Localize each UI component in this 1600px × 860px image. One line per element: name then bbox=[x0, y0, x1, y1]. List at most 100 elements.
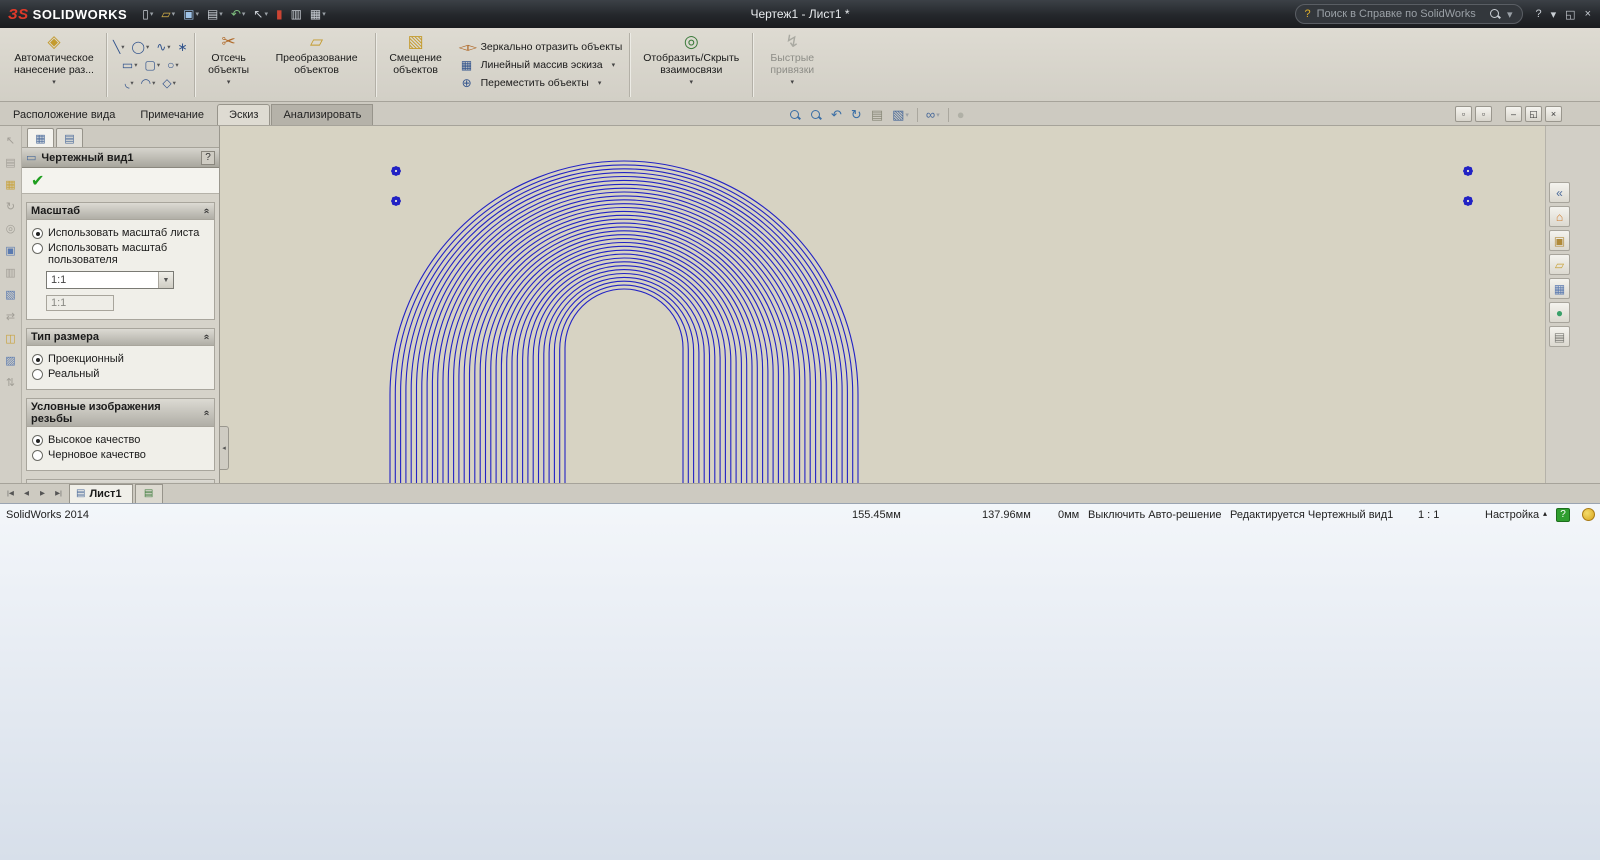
rotate-view-icon[interactable]: ↻ bbox=[850, 107, 863, 123]
radio-button-icon[interactable] bbox=[32, 450, 43, 461]
file-explorer-icon[interactable]: ▱ bbox=[1549, 254, 1570, 275]
help-icon[interactable]: ? bbox=[1533, 7, 1545, 21]
dropdown-arrow-icon[interactable]: ▾ bbox=[264, 10, 268, 18]
radio-option[interactable]: Использовать масштаб пользователя bbox=[32, 242, 212, 266]
split-view-2-button[interactable]: ▫ bbox=[1475, 106, 1492, 122]
snap-marker-icon[interactable] bbox=[1463, 166, 1473, 176]
trim-entities-button[interactable]: ✂ Отсечь объекты ▾ bbox=[200, 31, 258, 99]
graphics-area[interactable]: ◂ bbox=[220, 126, 1545, 483]
dropdown-arrow-icon[interactable]: ▾ bbox=[905, 111, 909, 119]
dropdown-arrow-icon[interactable]: ▾ bbox=[146, 43, 149, 51]
tab-evaluate[interactable]: Анализировать bbox=[271, 104, 373, 125]
radio-option[interactable]: Использовать масштаб листа bbox=[32, 227, 212, 239]
reference-geometry-icon[interactable]: ◎ bbox=[6, 222, 16, 235]
coil-turn-sketch-line[interactable] bbox=[496, 239, 752, 483]
scale-combo[interactable]: 1:1 ▼ bbox=[46, 271, 174, 289]
mirror-entities-button[interactable]: ◅▻ Зеркально отразить объекты bbox=[459, 40, 623, 54]
select-icon[interactable]: ↖▾ bbox=[250, 6, 271, 22]
coil-turn-sketch-line[interactable] bbox=[565, 289, 683, 483]
line-style-icon[interactable]: ⇄ bbox=[6, 310, 15, 323]
customize-menu[interactable]: Настройка bbox=[1485, 509, 1539, 521]
polygon-icon[interactable]: ◇▾ bbox=[161, 76, 177, 90]
spline-icon[interactable]: ∿▾ bbox=[155, 40, 171, 54]
coil-turn-sketch-line[interactable] bbox=[549, 277, 699, 482]
dropdown-arrow-icon[interactable]: ▾ bbox=[167, 43, 170, 51]
sheet-format-icon[interactable]: ▤ bbox=[870, 107, 884, 123]
dropdown-arrow-icon[interactable]: ▾ bbox=[175, 61, 178, 69]
zoom-to-area-icon[interactable] bbox=[809, 109, 823, 121]
customize-arrow-icon[interactable]: ▴ bbox=[1543, 509, 1547, 518]
color-display-icon[interactable]: ▨ bbox=[5, 354, 15, 367]
line-icon[interactable]: ╲▾ bbox=[112, 40, 126, 54]
coil-turn-sketch-line[interactable] bbox=[486, 231, 763, 483]
dropdown-arrow-icon[interactable]: ▾ bbox=[598, 79, 602, 87]
print-icon[interactable]: ▤▾ bbox=[204, 6, 226, 22]
sheet-tab-list1[interactable]: ▤ Лист1 bbox=[69, 484, 133, 503]
tab-annotation[interactable]: Примечание bbox=[128, 104, 216, 125]
previous-view-icon[interactable]: ↶ bbox=[830, 107, 843, 123]
coil-turn-sketch-line[interactable] bbox=[454, 208, 795, 483]
dropdown-arrow-icon[interactable]: ▾ bbox=[936, 111, 940, 119]
display-relations-button[interactable]: ◎ Отобразить/Скрыть взаимосвязи ▾ bbox=[635, 31, 747, 99]
radio-button-icon[interactable] bbox=[32, 243, 43, 254]
dropdown-arrow-icon[interactable]: ▾ bbox=[690, 78, 694, 86]
snap-marker-icon[interactable] bbox=[1463, 196, 1473, 206]
help-button[interactable]: ? bbox=[201, 151, 215, 165]
circle-icon[interactable]: ◯▾ bbox=[131, 40, 151, 54]
layer-properties-icon[interactable]: ▤ bbox=[5, 156, 15, 169]
tab-sketch[interactable]: Эскиз bbox=[217, 104, 270, 125]
combo-arrow-icon[interactable]: ▼ bbox=[158, 272, 173, 288]
dropdown-arrow-icon[interactable]: ▾ bbox=[130, 79, 133, 87]
rectangle-icon[interactable]: ▭▾ bbox=[121, 58, 139, 72]
thread-display-header[interactable]: Условные изображения резьбы » bbox=[27, 399, 214, 427]
slot-icon[interactable]: ▢▾ bbox=[144, 58, 162, 72]
offset-entities-button[interactable]: ▧ Смещение объектов bbox=[381, 31, 451, 99]
status-tag-icon[interactable] bbox=[1582, 508, 1595, 521]
last-sheet-icon[interactable]: ▶| bbox=[51, 489, 66, 497]
dimension-type-header[interactable]: Тип размера » bbox=[27, 329, 214, 346]
dropdown-arrow-icon[interactable]: ▾ bbox=[791, 78, 795, 86]
search-dropdown-icon[interactable]: ▾ bbox=[1507, 8, 1513, 21]
ellipse-icon[interactable]: ○▾ bbox=[166, 58, 180, 72]
configuration-tab[interactable]: ▤ bbox=[56, 128, 83, 147]
dropdown-arrow-icon[interactable]: ▾ bbox=[612, 61, 616, 69]
coil-turn-sketch-line[interactable] bbox=[539, 270, 710, 483]
save-icon[interactable]: ▣▾ bbox=[180, 6, 202, 22]
tables-icon[interactable]: ▥ bbox=[5, 266, 15, 279]
display-style-icon[interactable]: ▧▾ bbox=[891, 107, 910, 123]
task-pane-expand-icon[interactable]: « bbox=[1549, 182, 1570, 203]
hide-edges-icon[interactable]: ◫ bbox=[5, 332, 15, 345]
help-search-box[interactable]: ? Поиск в Справке по SolidWorks ▾ bbox=[1295, 4, 1523, 24]
design-binder-icon[interactable]: ▥ bbox=[288, 6, 305, 22]
custom-properties-icon[interactable]: ▤ bbox=[1549, 326, 1570, 347]
rebuild-icon[interactable]: ↻ bbox=[6, 200, 15, 213]
ok-check-icon[interactable]: ✔ bbox=[31, 171, 44, 191]
view-palette-icon[interactable]: ▦ bbox=[1549, 278, 1570, 299]
search-input[interactable]: Поиск в Справке по SolidWorks bbox=[1317, 8, 1483, 20]
dropdown-arrow-icon[interactable]: ▾ bbox=[219, 10, 223, 18]
app-restore-icon[interactable]: ◱ bbox=[1562, 7, 1578, 22]
drawing-sheet[interactable] bbox=[220, 126, 1545, 483]
radio-option[interactable]: Проекционный bbox=[32, 353, 212, 365]
solidworks-resources-icon[interactable]: ⌂ bbox=[1549, 206, 1570, 227]
doc-minimize-button[interactable]: – bbox=[1505, 106, 1522, 122]
dropdown-arrow-icon[interactable]: ▾ bbox=[195, 10, 199, 18]
appearance-sphere-icon[interactable]: ● bbox=[956, 107, 966, 122]
design-library-icon[interactable]: ▣ bbox=[1549, 230, 1570, 251]
tab-view-layout[interactable]: Расположение вида bbox=[1, 104, 127, 125]
coil-turn-sketch-line[interactable] bbox=[560, 285, 689, 482]
panel-collapse-handle[interactable]: ◂ bbox=[220, 426, 229, 470]
coil-turn-sketch-line[interactable] bbox=[390, 161, 858, 483]
dropdown-arrow-icon[interactable]: ▾ bbox=[173, 79, 176, 87]
dropdown-arrow-icon[interactable]: ▾ bbox=[150, 10, 154, 18]
first-sheet-icon[interactable]: |◀ bbox=[3, 489, 18, 497]
collapse-chevron-icon[interactable]: » bbox=[201, 208, 213, 214]
select-arrow-icon[interactable]: ↖ bbox=[6, 134, 15, 147]
scale-text-field[interactable]: 1:1 bbox=[46, 295, 114, 311]
coil-turn-sketch-line[interactable] bbox=[422, 184, 826, 482]
dropdown-arrow-icon[interactable]: ▾ bbox=[121, 43, 124, 51]
auto-solve-toggle[interactable]: Выключить Авто-решение bbox=[1088, 509, 1221, 521]
dropdown-arrow-icon[interactable]: ▾ bbox=[172, 10, 176, 18]
split-view-1-button[interactable]: ▫ bbox=[1455, 106, 1472, 122]
line-format-icon[interactable]: ▦ bbox=[5, 178, 15, 191]
